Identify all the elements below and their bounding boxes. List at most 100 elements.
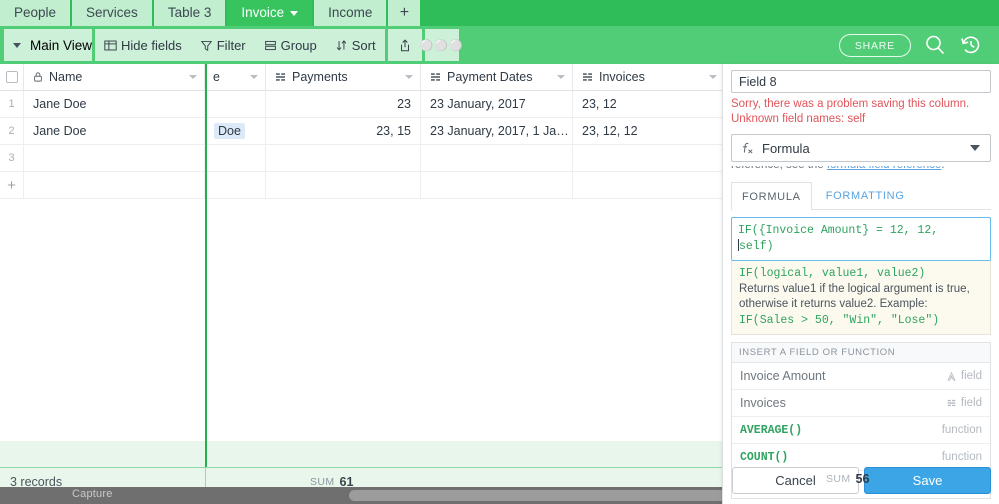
chevron-down-icon[interactable] bbox=[290, 10, 299, 16]
add-record-spacer[interactable] bbox=[24, 172, 205, 198]
cell-payments[interactable]: 23 bbox=[266, 91, 421, 117]
row-number: 2 bbox=[0, 118, 24, 144]
chevron-down-icon[interactable] bbox=[709, 75, 717, 79]
tab-formula[interactable]: FORMULA bbox=[731, 182, 812, 210]
history-icon[interactable] bbox=[959, 33, 983, 57]
cell-name[interactable] bbox=[24, 145, 205, 171]
item-kind: field bbox=[946, 370, 982, 382]
formula-help-tooltip: IF(logical, value1, value2) Returns valu… bbox=[731, 261, 991, 335]
hide-fields-label: Hide fields bbox=[121, 37, 182, 53]
link-field-icon bbox=[946, 398, 957, 408]
tab-label: FORMATTING bbox=[825, 190, 905, 202]
column-label: Name bbox=[49, 70, 83, 84]
field-type-select[interactable]: Formula bbox=[731, 134, 991, 162]
tab-label: Services bbox=[86, 5, 138, 20]
cell-payments[interactable] bbox=[266, 145, 421, 171]
more-options-button[interactable]: ⚪⚪⚪ bbox=[420, 29, 463, 61]
chevron-down-icon[interactable] bbox=[250, 75, 258, 79]
add-record-spacer bbox=[266, 172, 421, 198]
summary-label: SUM bbox=[826, 473, 851, 485]
toolbar-actions: Hide fields Filter Group Sort bbox=[95, 29, 385, 61]
field-editor-top: Sorry, there was a problem saving this c… bbox=[723, 64, 999, 210]
group-button[interactable]: Group bbox=[255, 29, 326, 61]
cell-payment-dates[interactable]: 23 January, 2017, 1 Ja… bbox=[421, 118, 573, 144]
field-editor-tabs: FORMULA FORMATTING bbox=[731, 181, 991, 210]
upload-share-icon bbox=[398, 38, 412, 53]
plus-icon[interactable]: + bbox=[0, 172, 24, 198]
column-header-payment-dates[interactable]: Payment Dates bbox=[421, 64, 573, 90]
cell-truncated[interactable]: Doe bbox=[205, 118, 266, 144]
link-field-icon bbox=[429, 71, 442, 83]
cell-payment-dates[interactable]: 23 January, 2017 bbox=[421, 91, 573, 117]
function-description: Returns value1 if the logical argument i… bbox=[739, 283, 970, 310]
cell-truncated[interactable] bbox=[205, 91, 266, 117]
insert-list-header: INSERT A FIELD OR FUNCTION bbox=[732, 343, 990, 363]
field-error-message: Sorry, there was a problem saving this c… bbox=[731, 97, 991, 127]
formula-line-1: IF({Invoice Amount} = 12, 12, bbox=[738, 224, 939, 237]
chevron-down-icon bbox=[970, 145, 980, 151]
cell-name[interactable]: Jane Doe bbox=[24, 91, 205, 117]
filter-button[interactable]: Filter bbox=[191, 29, 255, 61]
capture-label: Capture bbox=[72, 488, 113, 500]
column-header-name[interactable]: Name bbox=[24, 64, 205, 90]
view-selector[interactable]: Main View bbox=[4, 29, 93, 61]
list-item[interactable]: Invoices field bbox=[732, 390, 990, 417]
funnel-icon bbox=[200, 39, 213, 52]
field-type-label: Formula bbox=[762, 140, 810, 156]
formula-line-2-text: self) bbox=[739, 240, 774, 253]
cell-chip: Doe bbox=[214, 123, 245, 139]
cell-truncated[interactable] bbox=[205, 145, 266, 171]
select-all-checkbox[interactable] bbox=[0, 64, 24, 90]
save-button[interactable]: Save bbox=[864, 466, 991, 494]
formula-fx-icon bbox=[740, 141, 755, 156]
tab-formatting[interactable]: FORMATTING bbox=[815, 181, 916, 209]
share-button[interactable]: SHARE bbox=[838, 33, 911, 57]
chevron-down-icon[interactable] bbox=[189, 75, 197, 79]
list-item[interactable]: Invoice Amount field bbox=[732, 363, 990, 390]
share-label: SHARE bbox=[854, 39, 895, 52]
cell-invoices[interactable] bbox=[573, 145, 725, 171]
add-table-button[interactable]: + bbox=[388, 0, 421, 26]
list-item[interactable]: AVERAGE() function bbox=[732, 417, 990, 444]
summary-sum-secondary[interactable]: SUM 56 bbox=[826, 472, 869, 486]
chevron-down-icon[interactable] bbox=[405, 75, 413, 79]
search-icon[interactable] bbox=[923, 33, 947, 57]
checkbox-icon bbox=[5, 71, 18, 83]
column-resize-guide[interactable] bbox=[205, 64, 207, 467]
field-name-input[interactable] bbox=[731, 70, 991, 93]
tab-table-3[interactable]: Table 3 bbox=[153, 0, 226, 26]
column-header-invoices[interactable]: Invoices bbox=[573, 64, 725, 90]
tab-services[interactable]: Services bbox=[72, 0, 152, 26]
function-signature: IF(logical, value1, value2) bbox=[739, 267, 926, 280]
chevron-down-icon[interactable] bbox=[557, 75, 565, 79]
add-record-spacer bbox=[573, 172, 725, 198]
tab-label: Table 3 bbox=[167, 5, 212, 20]
sort-label: Sort bbox=[351, 37, 376, 53]
sort-button[interactable]: Sort bbox=[326, 29, 385, 61]
hide-fields-button[interactable]: Hide fields bbox=[95, 29, 191, 61]
tab-people[interactable]: People bbox=[0, 0, 71, 26]
column-header-payments[interactable]: Payments bbox=[266, 64, 421, 90]
formula-input[interactable]: IF({Invoice Amount} = 12, 12, self) bbox=[731, 217, 991, 261]
cell-payment-dates[interactable] bbox=[421, 145, 573, 171]
item-label: AVERAGE() bbox=[740, 423, 803, 437]
share-view-button[interactable] bbox=[387, 29, 422, 61]
reference-inner: reference, see the formula field referen… bbox=[731, 166, 945, 171]
item-label: Invoice Amount bbox=[740, 369, 826, 383]
airtable-app: People Services Table 3 Invoice Income +… bbox=[0, 0, 999, 504]
tab-income[interactable]: Income bbox=[314, 0, 387, 26]
chevron-down-icon bbox=[13, 42, 21, 48]
cell-invoices[interactable]: 23, 12 bbox=[573, 91, 725, 117]
cell-invoices[interactable]: 23, 12, 12 bbox=[573, 118, 725, 144]
lock-icon bbox=[32, 71, 44, 83]
tab-invoice[interactable]: Invoice bbox=[227, 0, 313, 26]
column-label: Payments bbox=[292, 70, 348, 84]
error-line-2: Unknown field names: self bbox=[731, 113, 866, 125]
view-name-label: Main View bbox=[30, 37, 93, 53]
column-label: e bbox=[213, 70, 220, 84]
item-kind-label: function bbox=[941, 424, 982, 436]
cell-payments[interactable]: 23, 15 bbox=[266, 118, 421, 144]
cell-name[interactable]: Jane Doe bbox=[24, 118, 205, 144]
column-header-truncated[interactable]: e bbox=[205, 64, 266, 90]
formula-reference-link[interactable]: formula field reference bbox=[827, 166, 941, 171]
